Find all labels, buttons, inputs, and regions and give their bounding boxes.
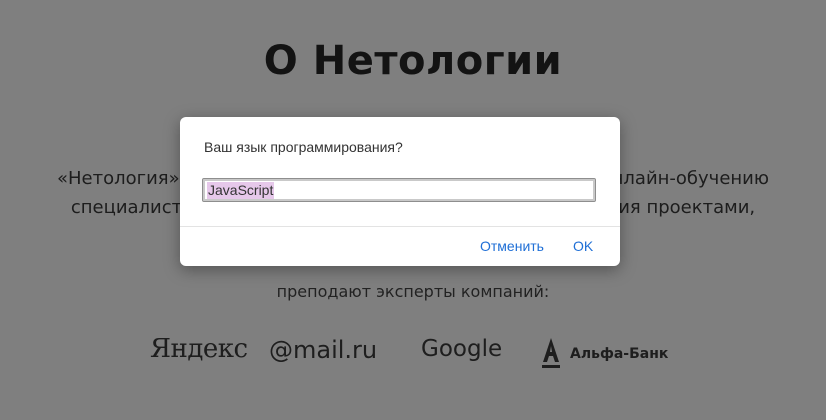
dialog-divider [180,226,620,227]
dialog-message: Ваш язык программирования? [204,139,403,155]
prompt-dialog: Ваш язык программирования? JavaScript От… [180,117,620,266]
ok-button[interactable]: OK [573,238,593,254]
prompt-input[interactable]: JavaScript [202,178,596,202]
cancel-button[interactable]: Отменить [480,238,544,254]
prompt-input-value: JavaScript [207,182,275,199]
